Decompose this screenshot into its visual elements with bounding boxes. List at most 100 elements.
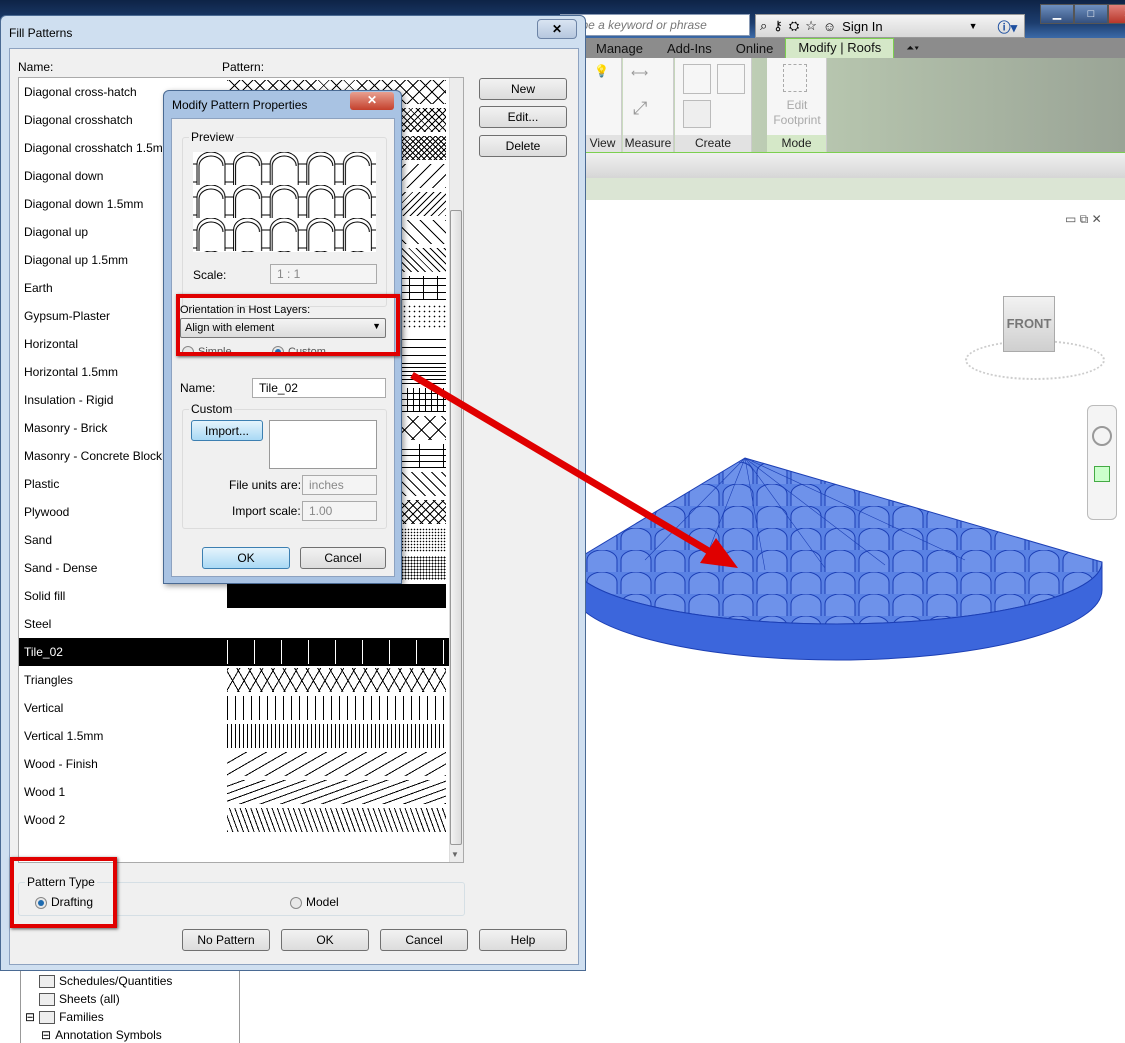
close-button[interactable]: ✕ [350, 92, 394, 110]
ok-button[interactable]: OK [202, 547, 290, 569]
tab-add-ins[interactable]: Add-Ins [655, 41, 724, 56]
pattern-row[interactable]: Tile_02 [19, 638, 449, 666]
import-scale-field: 1.00 [302, 501, 377, 521]
no-pattern-button[interactable]: No Pattern [182, 929, 270, 951]
create-group-icon[interactable] [717, 64, 745, 94]
ok-button[interactable]: OK [281, 929, 369, 951]
tree-item-annotation-symbols[interactable]: ⊟ Annotation Symbols [41, 1028, 162, 1042]
pattern-swatch [227, 724, 446, 748]
pattern-name: Sand - Dense [24, 561, 98, 575]
pattern-name: Horizontal 1.5mm [24, 365, 119, 379]
collapse-icon[interactable]: ⊟ [41, 1028, 51, 1042]
pattern-swatch [227, 752, 446, 776]
roof-model[interactable] [585, 440, 1125, 720]
sign-in-link[interactable]: Sign In [842, 19, 882, 34]
scroll-down-arrow[interactable]: ▼ [451, 850, 459, 859]
project-browser-tree: Schedules/Quantities Sheets (all) ⊟ Famil… [20, 968, 240, 1043]
pattern-row[interactable]: Vertical 1.5mm [19, 722, 449, 750]
radio-icon [290, 896, 302, 909]
scrollbar-thumb[interactable] [450, 210, 462, 845]
import-button[interactable]: Import... [191, 420, 263, 441]
edit-footprint-button[interactable]: Edit Footprint [769, 98, 825, 128]
tree-item-sheets[interactable]: Sheets (all) [39, 992, 120, 1006]
help-button[interactable]: Help [479, 929, 567, 951]
ribbon-panel-area: 💡 View ⟷ ⤢ Measure Create Edit Footprint… [560, 58, 1125, 152]
star-icon[interactable]: ☆ [805, 18, 817, 34]
annotation-highlight-box [10, 857, 117, 928]
pattern-swatch [227, 808, 446, 832]
chevron-down-icon[interactable]: ▼ [969, 21, 978, 31]
name-field[interactable]: Tile_02 [252, 378, 386, 398]
panel-view: 💡 View [584, 58, 622, 152]
cancel-button[interactable]: Cancel [380, 929, 468, 951]
minimize-button[interactable]: ▁ [1040, 4, 1074, 24]
pattern-name: Diagonal down [24, 169, 104, 183]
pattern-row[interactable]: Triangles [19, 666, 449, 694]
pattern-name: Gypsum-Plaster [24, 309, 111, 323]
schedule-icon [39, 974, 55, 988]
file-units-field: inches [302, 475, 377, 495]
pattern-name: Earth [24, 281, 53, 295]
options-bar [560, 152, 1125, 178]
tab-online[interactable]: Online [724, 41, 786, 56]
family-icon [39, 1010, 56, 1024]
file-units-label: File units are: [229, 478, 302, 492]
satellite-icon[interactable]: ⛭ [789, 18, 799, 34]
pattern-name: Diagonal cross-hatch [24, 85, 137, 99]
search-input[interactable]: Type a keyword or phrase [560, 14, 750, 36]
viewcube[interactable]: FRONT [1003, 296, 1055, 352]
pattern-row[interactable]: Steel [19, 610, 449, 638]
pattern-name: Sand [24, 533, 53, 547]
view-window-controls[interactable]: ▭ ⧉ ✕ [1065, 212, 1102, 227]
edit-footprint-icon[interactable] [783, 64, 807, 92]
pattern-name: Solid fill [24, 589, 66, 603]
create-assembly-icon[interactable] [683, 100, 711, 128]
model-radio[interactable]: Model [290, 895, 339, 909]
pattern-row[interactable]: Wood 2 [19, 806, 449, 834]
pattern-name: Insulation - Rigid [24, 393, 114, 407]
preview-group: Preview Scale: 1 : 1 [182, 130, 387, 307]
pattern-row[interactable]: Vertical [19, 694, 449, 722]
help-icon[interactable]: ⓘ▾ [998, 17, 1018, 36]
pattern-row[interactable]: Wood 1 [19, 778, 449, 806]
edit-button[interactable]: Edit... [479, 106, 567, 128]
3d-view-canvas[interactable]: ▭ ⧉ ✕ FRONT [585, 200, 1125, 1043]
dimension-icon[interactable]: ⤢ [633, 98, 647, 119]
pattern-name: Vertical 1.5mm [24, 729, 104, 743]
dialog-title: Fill Patterns [9, 26, 73, 40]
dialog-body: Preview Scale: 1 : 1 Orientation in Host… [171, 118, 400, 577]
key-icon[interactable]: ⚷ [773, 18, 783, 34]
pattern-row[interactable]: Solid fill [19, 582, 449, 610]
pattern-swatch [227, 612, 446, 636]
binoculars-icon[interactable]: ⌕ [760, 18, 767, 34]
model-label: Model [306, 895, 339, 909]
cancel-button[interactable]: Cancel [300, 547, 386, 569]
tree-item-schedules[interactable]: Schedules/Quantities [39, 974, 172, 988]
close-window-button[interactable]: ✕ [1108, 4, 1125, 24]
scale-field: 1 : 1 [270, 264, 377, 284]
pattern-swatch [227, 696, 446, 720]
tab-modify-roofs[interactable]: Modify | Roofs [785, 38, 895, 58]
panel-view-label: View [584, 135, 621, 152]
import-scale-label: Import scale: [232, 504, 301, 518]
maximize-button[interactable]: □ [1074, 4, 1108, 24]
tree-item-families[interactable]: ⊟ Families [25, 1010, 104, 1024]
delete-button[interactable]: Delete [479, 135, 567, 157]
pattern-name: Wood 2 [24, 813, 66, 827]
pattern-name: Tile_02 [24, 645, 63, 659]
bulb-icon[interactable]: 💡 [594, 64, 609, 78]
custom-group-label: Custom [189, 402, 235, 416]
user-icon: ☺ [822, 18, 837, 34]
collapse-icon[interactable]: ⊟ [25, 1010, 35, 1024]
tree-label: Schedules/Quantities [59, 974, 173, 988]
create-parts-icon[interactable] [683, 64, 711, 94]
ribbon-minimize-icon[interactable]: ⏶▾ [894, 43, 931, 54]
scale-label: Scale: [193, 268, 227, 282]
panel-measure: ⟷ ⤢ Measure [623, 58, 674, 152]
measure-icon[interactable]: ⟷ [631, 66, 648, 80]
pattern-name: Masonry - Brick [24, 421, 108, 435]
pattern-row[interactable]: Wood - Finish [19, 750, 449, 778]
column-header-name: Name: [18, 60, 54, 74]
new-button[interactable]: New [479, 78, 567, 100]
close-button[interactable]: ✕ [537, 19, 577, 39]
